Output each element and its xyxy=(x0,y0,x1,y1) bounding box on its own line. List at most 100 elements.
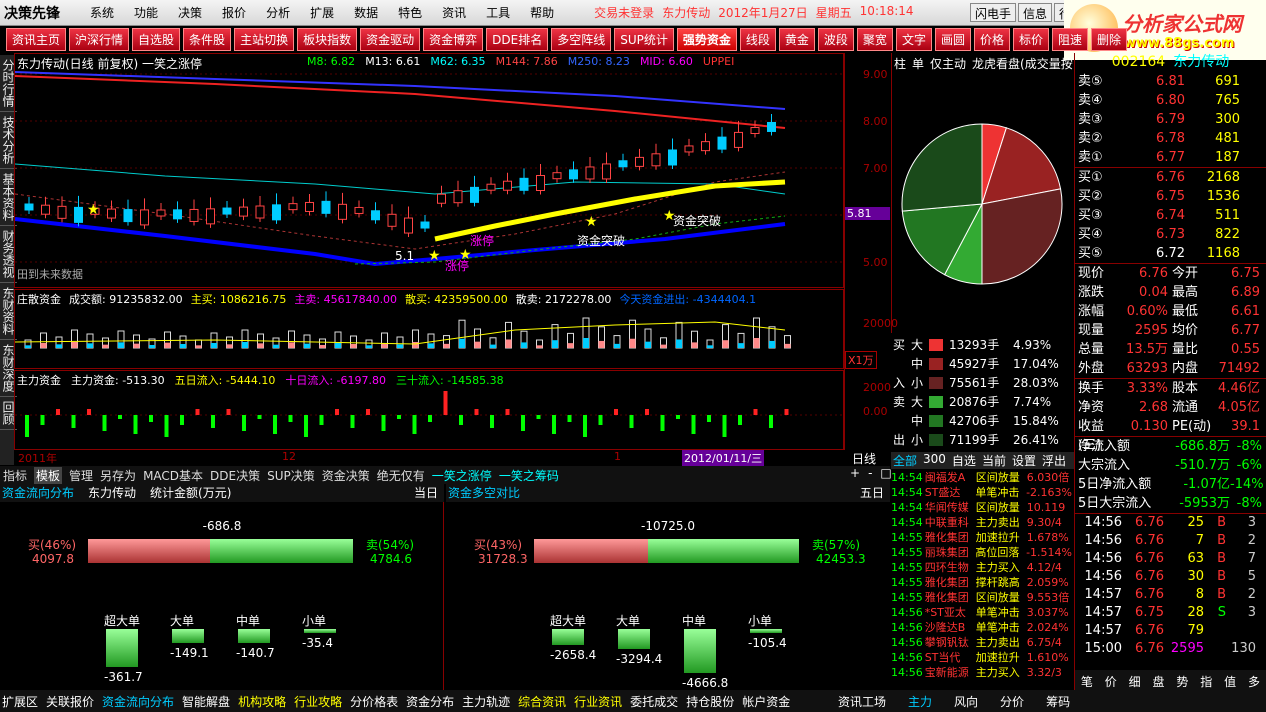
indicator-tab[interactable]: 模板 xyxy=(34,466,63,484)
quote-tab[interactable]: 价 xyxy=(1105,673,1117,690)
deal-row[interactable]: 14:54 ST盛达 单笔冲击 -2.163% xyxy=(891,485,1074,500)
indicator-tab[interactable]: 绝无仅有 xyxy=(377,467,425,484)
deal-row[interactable]: 14:56 沙隆达B 单笔冲击 2.024% xyxy=(891,620,1074,635)
top-button[interactable]: 闪电手 xyxy=(970,3,1017,22)
status-tab[interactable]: 关联报价 xyxy=(46,693,94,710)
deal-tab[interactable]: 自选 xyxy=(952,452,976,469)
indicator-tab[interactable]: 管理 xyxy=(69,467,93,484)
menu-item[interactable]: 系统 xyxy=(80,4,124,21)
toolbar-button[interactable]: 板块指数 xyxy=(297,27,358,51)
quote-tab[interactable]: 势 xyxy=(1176,673,1188,690)
book-row[interactable]: 卖④ 6.80 765 xyxy=(1075,91,1266,110)
period-label[interactable]: 日线 xyxy=(852,450,876,467)
toolbar-button[interactable]: 标价 xyxy=(1012,27,1049,51)
status-right-tab[interactable]: 筹码 xyxy=(1046,693,1070,710)
menu-item[interactable]: 分析 xyxy=(256,4,300,21)
indicator-tab[interactable]: 一笑之涨停 xyxy=(432,467,492,484)
indicator-tab[interactable]: MACD基本 xyxy=(143,467,203,484)
indicator-tab[interactable]: 资金决策 xyxy=(322,467,370,484)
quote-tab[interactable]: 笔 xyxy=(1081,673,1093,690)
pie-tab[interactable]: 柱 xyxy=(894,55,906,72)
toolbar-button[interactable]: 文字 xyxy=(895,27,932,51)
indicator-tab[interactable]: DDE决策 xyxy=(210,467,260,484)
book-row[interactable]: 买④ 6.73 822 xyxy=(1075,225,1266,244)
status-right-tab[interactable]: 风向 xyxy=(954,693,978,710)
status-tab[interactable]: 智能解盘 xyxy=(182,693,230,710)
toolbar-button[interactable]: 资金博弈 xyxy=(423,27,484,51)
deal-row[interactable]: 14:55 丽珠集团 高位回落 -1.514% xyxy=(891,545,1074,560)
menu-item[interactable]: 报价 xyxy=(212,4,256,21)
book-row[interactable]: 卖② 6.78 481 xyxy=(1075,129,1266,148)
zoom-in-icon[interactable]: + xyxy=(850,466,860,484)
deal-row[interactable]: 14:55 雅化集团 区间放量 9.553倍 xyxy=(891,590,1074,605)
toolbar-button[interactable]: 黄金 xyxy=(778,27,815,51)
quote-tab[interactable]: 细 xyxy=(1129,673,1141,690)
panel-title[interactable]: 资金多空对比 xyxy=(448,484,520,502)
menu-item[interactable]: 扩展 xyxy=(300,4,344,21)
status-tab[interactable]: 机构攻略 xyxy=(238,693,286,710)
quote-tab[interactable]: 指 xyxy=(1200,673,1212,690)
toolbar-button[interactable]: 波段 xyxy=(817,27,854,51)
deal-row[interactable]: 14:54 闽福发A 区间放量 6.030倍 xyxy=(891,470,1074,485)
deal-row[interactable]: 14:56 *ST亚太 单笔冲击 3.037% xyxy=(891,605,1074,620)
menu-item[interactable]: 决策 xyxy=(168,4,212,21)
indicator-tab[interactable]: SUP决策 xyxy=(267,467,315,484)
status-tab[interactable]: 帐户资金 xyxy=(742,693,790,710)
menu-item[interactable]: 资讯 xyxy=(432,4,476,21)
candlestick-chart[interactable]: 东力传动(日线 前复权) 一笑之涨停 M8: 6.82 M13: 6.61 M62:… xyxy=(14,53,844,288)
status-tab[interactable]: 行业资讯 xyxy=(574,693,622,710)
deal-tab[interactable]: 300 xyxy=(923,452,946,469)
panel-title[interactable]: 资金流向分布 xyxy=(2,484,74,502)
book-row[interactable]: 买② 6.75 1536 xyxy=(1075,187,1266,206)
toolbar-button[interactable]: 主站切换 xyxy=(234,27,295,51)
settings-icon[interactable]: □ xyxy=(880,466,891,484)
login-status[interactable]: 交易未登录 xyxy=(594,4,654,21)
pie-tab[interactable]: 龙虎看盘(成交量按 xyxy=(972,55,1073,72)
quote-tab[interactable]: 盘 xyxy=(1153,673,1165,690)
deal-tab[interactable]: 当前 xyxy=(982,452,1006,469)
menu-item[interactable]: 帮助 xyxy=(520,4,564,21)
toolbar-button[interactable]: 聚宽 xyxy=(856,27,893,51)
toolbar-button[interactable]: 资金驱动 xyxy=(360,27,421,51)
period-select[interactable]: 五日 xyxy=(860,484,884,501)
status-tab[interactable]: 资金流向分布 xyxy=(102,693,174,710)
deal-row[interactable]: 14:55 四环生物 主力买入 4.12/4 xyxy=(891,560,1074,575)
menu-item[interactable]: 功能 xyxy=(124,4,168,21)
status-tab[interactable]: 综合资讯 xyxy=(518,693,566,710)
deal-tab[interactable]: 全部 xyxy=(893,452,917,469)
top-button[interactable]: 信息 xyxy=(1018,3,1053,22)
status-right-tab[interactable]: 资讯工场 xyxy=(838,693,886,710)
deal-row[interactable]: 14:54 中联重科 主力卖出 9.30/4 xyxy=(891,515,1074,530)
zoom-out-icon[interactable]: - xyxy=(868,466,872,484)
menu-item[interactable]: 特色 xyxy=(388,4,432,21)
status-tab[interactable]: 分价格表 xyxy=(350,693,398,710)
indicator-tab[interactable]: 一笑之筹码 xyxy=(499,467,559,484)
toolbar-button[interactable]: DDE排名 xyxy=(486,27,549,51)
status-right-tab[interactable]: 主力 xyxy=(908,693,932,710)
toolbar-button[interactable]: 删除 xyxy=(1091,27,1128,51)
menu-item[interactable]: 数据 xyxy=(344,4,388,21)
indicator-tab[interactable]: 另存为 xyxy=(100,467,136,484)
pie-tab[interactable]: 单 xyxy=(912,55,924,72)
status-tab[interactable]: 行业攻略 xyxy=(294,693,342,710)
deal-row[interactable]: 14:56 攀钢钒钛 主力卖出 6.75/4 xyxy=(891,635,1074,650)
toolbar-button[interactable]: 价格 xyxy=(973,27,1010,51)
status-right-tab[interactable]: 分价 xyxy=(1000,693,1024,710)
toolbar-button[interactable]: 强势资金 xyxy=(676,27,737,51)
status-tab[interactable]: 委托成交 xyxy=(630,693,678,710)
book-row[interactable]: 卖① 6.77 187 xyxy=(1075,148,1266,167)
deal-tab[interactable]: 设置 xyxy=(1012,452,1036,469)
status-tab[interactable]: 主力轨迹 xyxy=(462,693,510,710)
toolbar-button[interactable]: 画圆 xyxy=(934,27,971,51)
quote-tab[interactable]: 值 xyxy=(1224,673,1236,690)
main-fund-chart[interactable]: 主力资金 主力资金: -513.30 五日流入: -5444.10 十日流入: … xyxy=(14,370,844,450)
menu-item[interactable]: 工具 xyxy=(476,4,520,21)
toolbar-button[interactable]: 线段 xyxy=(739,27,776,51)
toolbar-button[interactable]: 资讯主页 xyxy=(6,27,67,51)
toolbar-button[interactable]: 沪深行情 xyxy=(69,27,130,51)
brand-url[interactable]: www.88gs.com xyxy=(1124,36,1234,51)
book-row[interactable]: 买③ 6.74 511 xyxy=(1075,206,1266,225)
quote-tab[interactable]: 多 xyxy=(1248,673,1260,690)
book-row[interactable]: 买⑤ 6.72 1168 xyxy=(1075,244,1266,263)
deal-row[interactable]: 14:56 宝新能源 主力买入 3.32/3 xyxy=(891,665,1074,680)
